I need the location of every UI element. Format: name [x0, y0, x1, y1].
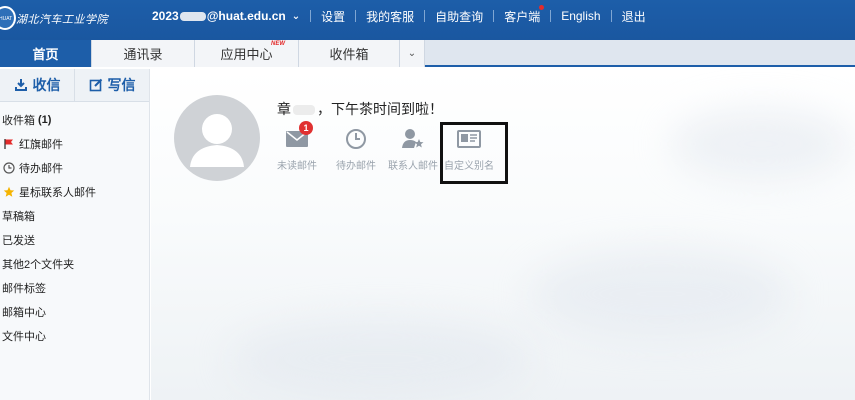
folder-label: 收件箱	[2, 115, 35, 127]
write-label: 写信	[107, 77, 136, 93]
quick-unread-mail[interactable]: 1 未读邮件	[267, 121, 327, 172]
contact-star-icon	[383, 125, 443, 153]
self-service-link[interactable]: 自助查询	[435, 8, 483, 25]
divider	[550, 10, 552, 22]
folder-file-center[interactable]: 文件中心	[0, 324, 149, 348]
greeting-suffix: ，下午茶时间到啦！	[317, 101, 443, 117]
clock-icon	[2, 161, 16, 175]
client-link[interactable]: 客户端	[504, 4, 545, 25]
tab-bar: 首页 通讯录 应用中心 NEW 收件箱 ⌄	[0, 40, 855, 67]
quick-label: 未读邮件	[277, 161, 317, 172]
quick-contact-mail[interactable]: 联系人邮件	[383, 125, 443, 172]
logout-link[interactable]: 退出	[622, 8, 646, 25]
name-redacted	[293, 105, 315, 116]
envelope-icon: 1	[267, 121, 327, 153]
folder-label: 邮箱中心	[2, 307, 46, 319]
new-badge: NEW	[271, 41, 285, 47]
receive-button[interactable]: 收信	[0, 69, 75, 101]
edit-icon	[89, 78, 102, 92]
folder-todo[interactable]: 待办邮件	[0, 156, 149, 180]
tab-home[interactable]: 首页	[0, 40, 92, 67]
quick-todo-mail[interactable]: 待办邮件	[326, 125, 386, 172]
folder-starred-contacts[interactable]: 星标联系人邮件	[0, 180, 149, 204]
unread-count: (1)	[38, 114, 52, 126]
tab-inbox[interactable]: 收件箱	[299, 40, 400, 67]
notification-dot	[539, 4, 545, 10]
divider	[310, 10, 312, 22]
tab-contacts[interactable]: 通讯录	[92, 40, 195, 67]
account-menu[interactable]: 2023 @huat.edu.cn ⌄	[152, 9, 300, 23]
red-flag-icon	[2, 137, 16, 151]
folder-drafts[interactable]: 草稿箱	[0, 204, 149, 228]
quick-label: 联系人邮件	[388, 161, 438, 172]
folder-other[interactable]: 其他2个文件夹	[0, 252, 149, 276]
folder-sent[interactable]: 已发送	[0, 228, 149, 252]
background-cloud	[231, 319, 531, 399]
write-button[interactable]: 写信	[75, 69, 149, 101]
top-nav: 2023 @huat.edu.cn ⌄ 设置 我的客服 自助查询 客户端 Eng…	[152, 0, 646, 32]
divider	[355, 10, 357, 22]
background-cloud	[531, 249, 791, 339]
folder-inbox[interactable]: 收件箱 (1)	[0, 108, 149, 132]
account-suffix: @huat.edu.cn	[206, 9, 286, 23]
folder-label: 邮件标签	[2, 283, 46, 295]
folder-label: 文件中心	[2, 331, 46, 343]
folder-mailbox-center[interactable]: 邮箱中心	[0, 300, 149, 324]
settings-link[interactable]: 设置	[321, 8, 345, 25]
compose-row: 收信 写信	[0, 69, 149, 102]
folder-flagged[interactable]: 红旗邮件	[0, 132, 149, 156]
folder-label: 已发送	[2, 235, 35, 247]
folder-list: 收件箱 (1) 红旗邮件 待办邮件 星标联系人邮件 草稿箱 已发送 其他2个文件…	[0, 108, 149, 348]
university-seal-icon: HUAT	[0, 6, 16, 30]
account-prefix: 2023	[152, 9, 179, 23]
greeting-prefix: 章	[277, 101, 291, 117]
english-link[interactable]: English	[561, 9, 600, 23]
background-cloud	[671, 109, 851, 179]
client-link-label: 客户端	[504, 9, 541, 24]
download-icon	[14, 79, 27, 91]
account-redacted	[179, 11, 206, 21]
customer-service-link[interactable]: 我的客服	[366, 8, 414, 25]
greeting-text: 章 ，下午茶时间到啦！	[277, 99, 443, 119]
divider	[493, 10, 495, 22]
clock-icon	[326, 125, 386, 153]
folder-label: 红旗邮件	[19, 139, 63, 151]
university-logo[interactable]: HUAT 湖北汽车工业学院	[0, 2, 124, 36]
tab-more-button[interactable]: ⌄	[400, 40, 425, 67]
unread-badge: 1	[299, 121, 313, 135]
tab-app-center-label: 应用中心	[220, 47, 273, 62]
divider	[424, 10, 426, 22]
highlight-box	[440, 122, 508, 184]
logo-text: 湖北汽车工业学院	[16, 13, 108, 26]
folder-label: 草稿箱	[2, 211, 35, 223]
receive-label: 收信	[32, 77, 61, 93]
chevron-down-icon: ⌄	[407, 48, 417, 59]
tab-app-center[interactable]: 应用中心 NEW	[195, 40, 299, 67]
chevron-down-icon: ⌄	[291, 10, 301, 22]
star-icon	[2, 185, 16, 199]
sidebar: 收信 写信 收件箱 (1) 红旗邮件 待办邮件 星标联系人邮件 草稿箱 已发送 …	[0, 69, 150, 400]
folder-label: 其他2个文件夹	[2, 259, 75, 271]
folder-mail-tags[interactable]: 邮件标签	[0, 276, 149, 300]
folder-label: 待办邮件	[19, 163, 63, 175]
user-silhouette-icon	[190, 114, 244, 167]
top-bar: HUAT 湖北汽车工业学院 2023 @huat.edu.cn ⌄ 设置 我的客…	[0, 0, 855, 40]
main-content: 章，下午茶时间到啦！ 1 未读邮件 待办邮件 联系人邮件 自定义别名	[151, 69, 855, 400]
quick-label: 待办邮件	[336, 161, 376, 172]
folder-label: 星标联系人邮件	[19, 187, 96, 199]
avatar[interactable]	[174, 95, 260, 181]
divider	[610, 10, 612, 22]
